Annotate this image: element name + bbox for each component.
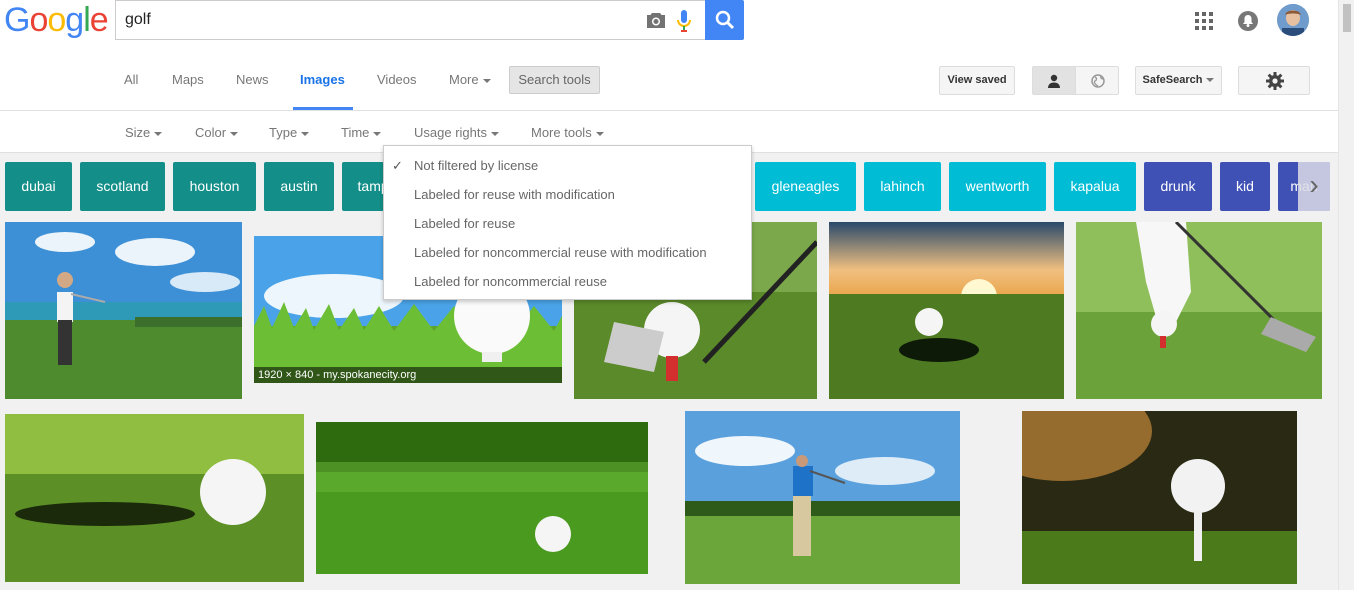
logo-letter: e [89, 1, 109, 39]
chip-lahinch[interactable]: lahinch [864, 162, 941, 211]
gear-icon [1266, 72, 1284, 90]
tab-images[interactable]: Images [300, 72, 345, 87]
menu-item-noncommercial[interactable]: Labeled for noncommercial reuse [414, 274, 607, 289]
chevron-down-icon [230, 131, 239, 136]
menu-item-reuse[interactable]: Labeled for reuse [414, 216, 515, 231]
globe-icon[interactable] [1091, 74, 1105, 88]
golfer-swing-course-image [685, 411, 960, 584]
chevron-down-icon [1206, 78, 1215, 83]
tab-news[interactable]: News [236, 72, 269, 87]
checkmark-icon: ✓ [392, 158, 403, 173]
logo-letter: g [65, 1, 84, 39]
image-result[interactable] [5, 222, 242, 399]
image-result[interactable] [1022, 411, 1297, 584]
chevron-right-icon[interactable]: › [1298, 162, 1330, 211]
ball-on-green-image [316, 422, 648, 574]
gloved-hand-placing-ball-image [1076, 222, 1322, 399]
personal-results-on[interactable] [1033, 67, 1076, 94]
chip-dubai[interactable]: dubai [5, 162, 72, 211]
tool-usage-rights-label: Usage rights [414, 125, 487, 140]
settings-button[interactable] [1238, 66, 1310, 95]
tool-color[interactable]: Color [195, 125, 239, 140]
tool-type-label: Type [269, 125, 298, 140]
avatar-photo [1277, 4, 1309, 36]
search-input[interactable] [125, 9, 625, 31]
chip-austin[interactable]: austin [264, 162, 334, 211]
search-icon [715, 10, 735, 30]
tool-time-label: Time [341, 125, 370, 140]
image-result[interactable] [5, 414, 304, 582]
chevron-down-icon [301, 131, 310, 136]
tool-time[interactable]: Time [341, 125, 382, 140]
chip-kapalua[interactable]: kapalua [1054, 162, 1136, 211]
chevron-down-icon [373, 131, 382, 136]
chip-drunk[interactable]: drunk [1144, 162, 1212, 211]
chip-wentworth[interactable]: wentworth [949, 162, 1046, 211]
tool-more-tools-label: More tools [531, 125, 592, 140]
google-logo[interactable]: Google [4, 1, 109, 39]
chip-kid[interactable]: kid [1220, 162, 1270, 211]
chevron-down-icon [595, 131, 604, 136]
chevron-down-icon [490, 131, 499, 136]
tool-color-label: Color [195, 125, 227, 140]
chevron-down-icon [482, 78, 491, 83]
ball-on-tee-dusk-image [1022, 411, 1297, 584]
chip-scotland[interactable]: scotland [80, 162, 165, 211]
image-result[interactable] [316, 422, 648, 574]
tool-size[interactable]: Size [125, 125, 163, 140]
tab-more[interactable]: More [449, 72, 491, 87]
tool-usage-rights[interactable]: Usage rights [414, 125, 499, 140]
microphone-icon[interactable] [677, 10, 691, 32]
ball-near-hole-image [5, 414, 304, 582]
chevron-down-icon [154, 131, 163, 136]
apps-grid-icon[interactable] [1195, 12, 1213, 30]
tab-videos[interactable]: Videos [377, 72, 417, 87]
nav-bar: All Maps News Images Videos More Search … [0, 51, 1338, 111]
camera-icon[interactable] [646, 12, 666, 29]
tab-maps[interactable]: Maps [172, 72, 204, 87]
tab-all[interactable]: All [124, 72, 138, 87]
image-caption: 1920 × 840 - my.spokanecity.org [254, 367, 562, 383]
search-box [115, 0, 705, 40]
view-saved-button[interactable]: View saved [939, 66, 1015, 95]
personal-results-toggle[interactable] [1032, 66, 1119, 95]
logo-letter: G [4, 1, 30, 39]
scrollbar[interactable] [1338, 0, 1354, 590]
image-result[interactable] [685, 411, 960, 584]
chip-gleneagles[interactable]: gleneagles [755, 162, 856, 211]
chip-houston[interactable]: houston [173, 162, 256, 211]
menu-item-not-filtered[interactable]: Not filtered by license [414, 158, 538, 173]
safesearch-label: SafeSearch [1142, 74, 1203, 86]
person-icon [1048, 74, 1060, 88]
search-button[interactable] [705, 0, 744, 40]
scrollbar-thumb[interactable] [1343, 4, 1351, 32]
menu-item-noncommercial-modification[interactable]: Labeled for noncommercial reuse with mod… [414, 245, 707, 260]
image-result[interactable] [1076, 222, 1322, 399]
tool-type[interactable]: Type [269, 125, 310, 140]
search-tools-button[interactable]: Search tools [509, 66, 600, 94]
usage-rights-menu: ✓ Not filtered by license Labeled for re… [383, 145, 752, 300]
ball-at-hole-sunset-image [829, 222, 1064, 399]
logo-letter: o [29, 1, 48, 39]
tool-size-label: Size [125, 125, 151, 140]
active-tab-indicator [293, 107, 353, 110]
logo-letter: o [47, 1, 66, 39]
safesearch-button[interactable]: SafeSearch [1135, 66, 1222, 95]
tool-more-tools[interactable]: More tools [531, 125, 604, 140]
golfer-seaside-image [5, 222, 242, 399]
image-result[interactable] [829, 222, 1064, 399]
notifications-icon[interactable] [1238, 11, 1258, 31]
avatar[interactable] [1277, 4, 1309, 36]
menu-item-reuse-modification[interactable]: Labeled for reuse with modification [414, 187, 615, 202]
tab-more-label: More [449, 72, 479, 87]
top-bar: Google [0, 0, 1338, 51]
